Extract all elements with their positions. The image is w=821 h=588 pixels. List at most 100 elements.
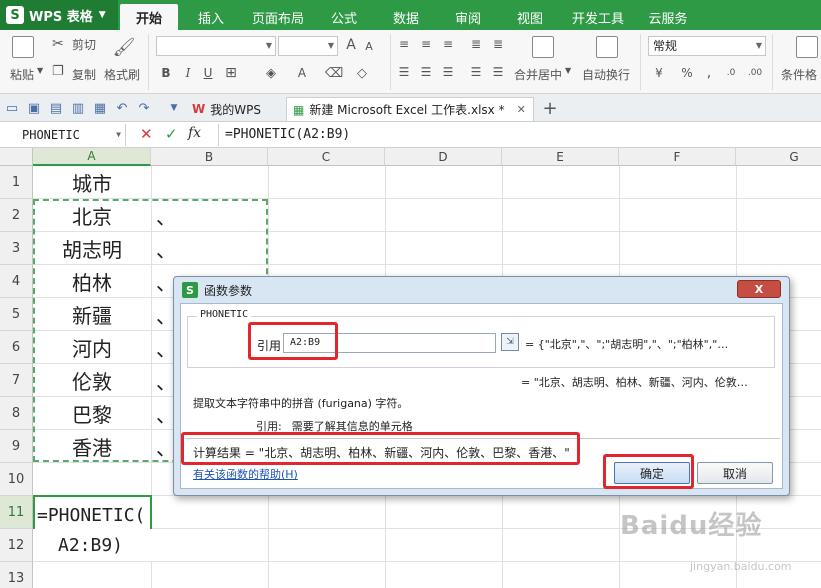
tab-current-workbook[interactable]: ▦ 新建 Microsoft Excel 工作表.xlsx * ✕ xyxy=(286,97,534,121)
copy-button[interactable]: 复制 xyxy=(72,66,96,83)
chevron-down-icon[interactable]: ▼ xyxy=(166,100,182,116)
font-grow-icon[interactable]: A xyxy=(343,36,359,54)
cell-b2[interactable]: 、 xyxy=(156,199,186,231)
indent-icon[interactable]: ≣ xyxy=(468,36,484,52)
new-tab-plus-icon[interactable]: + xyxy=(542,98,558,119)
tab-review[interactable]: 审阅 xyxy=(444,4,492,30)
paste-icon[interactable] xyxy=(12,36,34,58)
align-left-icon[interactable]: ☰ xyxy=(396,64,412,80)
conditional-format-button[interactable]: 条件格 xyxy=(781,66,817,83)
row-header[interactable]: 8 xyxy=(0,397,33,430)
tab-data[interactable]: 数据 xyxy=(382,4,430,30)
column-header-e[interactable]: E xyxy=(502,148,619,166)
undo-icon[interactable]: ↶ xyxy=(114,100,130,116)
align-right-icon[interactable]: ☰ xyxy=(440,64,456,80)
underline-icon[interactable]: U xyxy=(200,64,216,82)
paste-button[interactable]: 粘贴 xyxy=(10,66,34,83)
tab-home[interactable]: 开始 xyxy=(120,4,178,30)
cell-a2[interactable]: 北京 xyxy=(34,199,150,231)
tab-page-layout[interactable]: 页面布局 xyxy=(244,4,312,30)
cell-a9[interactable]: 香港 xyxy=(34,430,150,462)
column-header-d[interactable]: D xyxy=(385,148,502,166)
copy-icon[interactable]: ❐ xyxy=(52,64,64,79)
tab-formulas[interactable]: 公式 xyxy=(320,4,368,30)
cell-a8[interactable]: 巴黎 xyxy=(34,397,150,429)
app-menu-button[interactable]: S WPS 表格 ▼ xyxy=(0,0,118,30)
merge-cells-icon[interactable] xyxy=(532,36,554,58)
currency-icon[interactable]: ¥ xyxy=(650,64,668,82)
select-all-corner[interactable] xyxy=(0,148,33,166)
align-bottom-icon[interactable]: ≡ xyxy=(440,36,456,52)
cell-a6[interactable]: 河内 xyxy=(34,331,150,363)
cancel-button[interactable]: 取消 xyxy=(697,462,773,484)
italic-icon[interactable]: I xyxy=(180,64,196,82)
cell-a5[interactable]: 新疆 xyxy=(34,298,150,330)
align-center-icon[interactable]: ☰ xyxy=(418,64,434,80)
close-button[interactable]: X xyxy=(737,280,781,298)
export-pdf-icon[interactable]: ▤ xyxy=(48,100,64,116)
row-header[interactable]: 12 xyxy=(0,529,33,562)
folder-icon[interactable]: ▭ xyxy=(4,100,20,116)
column-header-f[interactable]: F xyxy=(619,148,736,166)
tab-my-wps[interactable]: W 我的WPS xyxy=(186,97,267,121)
row-header[interactable]: 5 xyxy=(0,298,33,331)
merge-center-button[interactable]: 合并居中 xyxy=(514,66,562,83)
redo-icon[interactable]: ↷ xyxy=(136,100,152,116)
formula-input[interactable]: =PHONETIC(A2:B9) xyxy=(218,124,818,146)
cell-a7[interactable]: 伦敦 xyxy=(34,364,150,396)
function-help-link[interactable]: 有关该函数的帮助(H) xyxy=(193,466,298,482)
font-name-select[interactable]: ▼ xyxy=(156,36,276,56)
increase-decimal-icon[interactable]: .0 xyxy=(722,64,740,82)
align-middle-icon[interactable]: ≡ xyxy=(418,36,434,52)
cell-a1[interactable]: 城市 xyxy=(34,166,150,198)
tab-view[interactable]: 视图 xyxy=(506,4,554,30)
row-header[interactable]: 3 xyxy=(0,232,33,265)
chevron-down-icon[interactable]: ▼ xyxy=(565,66,571,75)
row-header[interactable]: 1 xyxy=(0,166,33,199)
column-header-b[interactable]: B xyxy=(151,148,268,166)
dialog-title-bar[interactable]: S 函数参数 xyxy=(174,277,789,303)
distribute-icon[interactable]: ☰ xyxy=(490,64,506,80)
row-header[interactable]: 7 xyxy=(0,364,33,397)
percent-icon[interactable]: % xyxy=(678,64,696,82)
row-header[interactable]: 2 xyxy=(0,199,33,232)
ok-button[interactable]: 确定 xyxy=(614,462,690,484)
font-color-icon[interactable]: A xyxy=(294,64,310,82)
confirm-edit-icon[interactable]: ✓ xyxy=(165,125,178,143)
chevron-down-icon[interactable]: ▼ xyxy=(37,66,43,75)
cancel-edit-icon[interactable]: ✕ xyxy=(140,125,153,143)
fill-color-icon[interactable]: ◈ xyxy=(262,64,280,82)
row-header[interactable]: 6 xyxy=(0,331,33,364)
justify-icon[interactable]: ☰ xyxy=(468,64,484,80)
print-preview-icon[interactable]: ▦ xyxy=(92,100,108,116)
clear-format-icon[interactable]: ⌫ xyxy=(325,64,343,82)
font-shrink-icon[interactable]: A xyxy=(362,38,376,54)
row-header[interactable]: 13 xyxy=(0,562,33,588)
bold-icon[interactable]: B xyxy=(158,64,174,82)
close-icon[interactable]: ✕ xyxy=(517,103,526,116)
column-header-c[interactable]: C xyxy=(268,148,385,166)
decrease-decimal-icon[interactable]: .00 xyxy=(746,64,764,82)
insert-function-icon[interactable]: fx xyxy=(188,125,201,141)
cell-a4[interactable]: 柏林 xyxy=(34,265,150,297)
wrap-text-icon[interactable] xyxy=(596,36,618,58)
row-header[interactable]: 4 xyxy=(0,265,33,298)
border-icon[interactable]: ⊞ xyxy=(222,64,240,82)
cell-style-icon[interactable]: ◇ xyxy=(354,64,370,82)
print-icon[interactable]: ▥ xyxy=(70,100,86,116)
name-box[interactable]: PHONETIC ▼ xyxy=(0,124,126,146)
align-top-icon[interactable]: ≡ xyxy=(396,36,412,52)
cell-b3[interactable]: 、 xyxy=(156,232,186,264)
row-header[interactable]: 10 xyxy=(0,463,33,496)
save-icon[interactable]: ▣ xyxy=(26,100,42,116)
ref-input[interactable]: A2:B9 xyxy=(283,333,496,353)
scissors-icon[interactable]: ✂ xyxy=(52,36,64,52)
row-header[interactable]: 11 xyxy=(0,496,33,529)
brush-icon[interactable]: 🖌 xyxy=(112,34,136,60)
row-header[interactable]: 9 xyxy=(0,430,33,463)
font-size-select[interactable]: ▼ xyxy=(278,36,338,56)
tab-developer[interactable]: 开发工具 xyxy=(566,4,630,30)
column-header-g[interactable]: G xyxy=(736,148,821,166)
column-header-a[interactable]: A xyxy=(33,148,151,166)
wrap-text-button[interactable]: 自动换行 xyxy=(582,66,630,83)
